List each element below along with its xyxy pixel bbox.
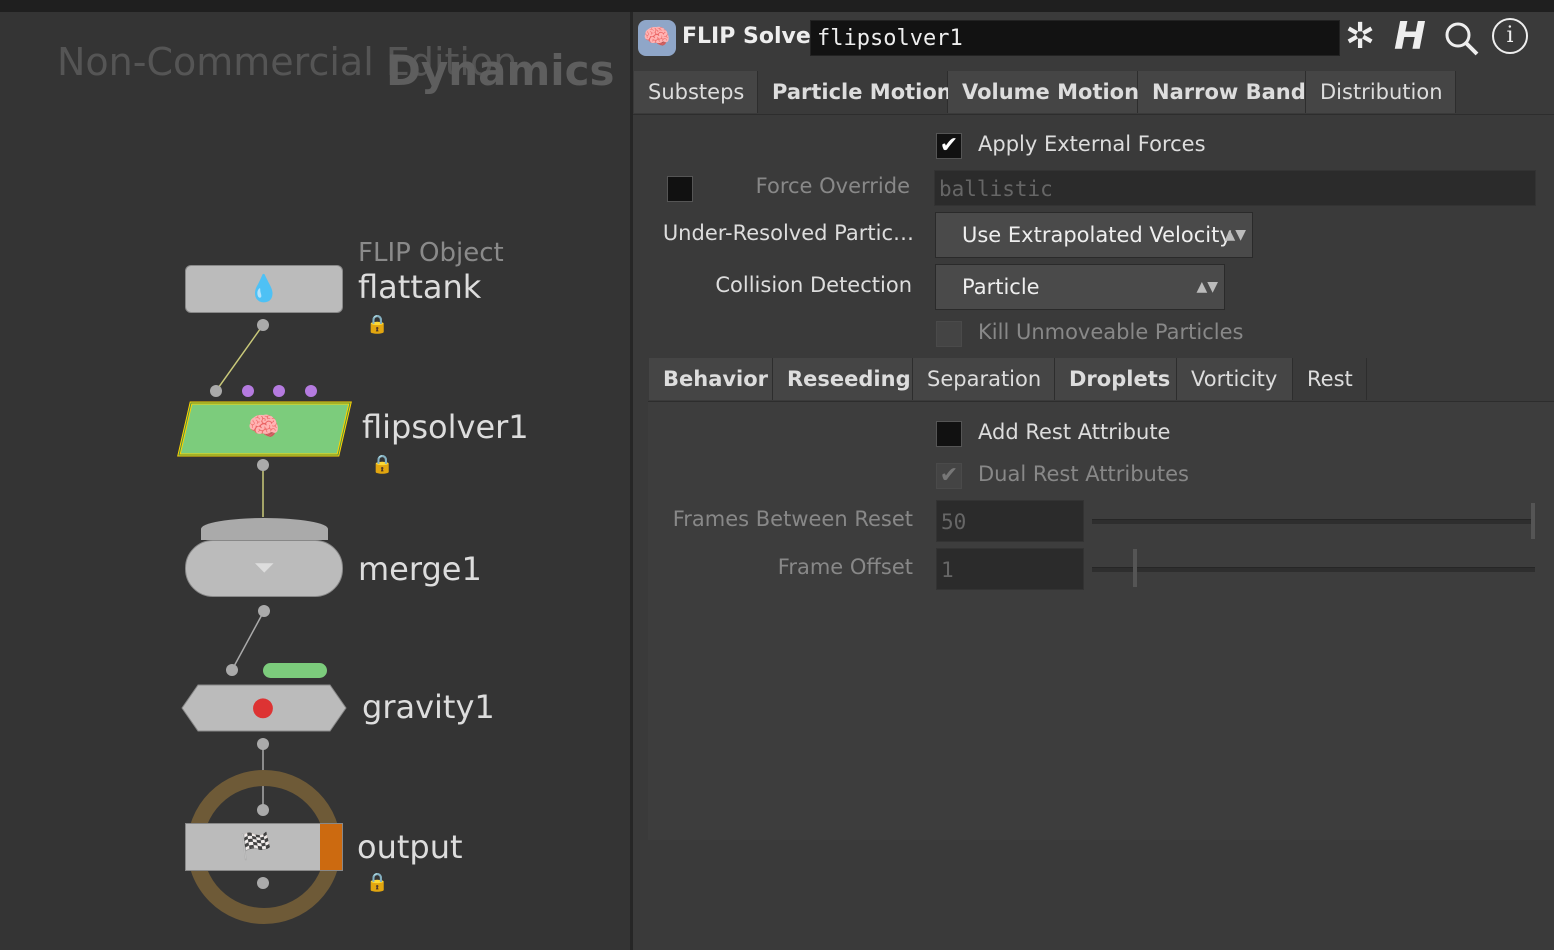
node-name-output[interactable]: output	[357, 828, 463, 866]
node-output[interactable]: 🏁	[185, 823, 343, 871]
force-input-bar[interactable]	[263, 663, 327, 678]
output-port[interactable]	[257, 319, 269, 331]
brain-icon[interactable]: 🧠	[638, 20, 676, 56]
frame-offset-slider[interactable]	[1092, 567, 1535, 572]
apply-external-forces-checkbox[interactable]: ✔	[936, 133, 962, 159]
dual-rest-checkbox[interactable]: ✔	[936, 463, 962, 489]
dual-rest-label: Dual Rest Attributes	[978, 462, 1189, 486]
input-port[interactable]	[273, 385, 285, 397]
input-port[interactable]	[210, 385, 222, 397]
tab-separation[interactable]: Separation	[913, 358, 1055, 400]
tab-reseeding[interactable]: Reseeding	[773, 358, 913, 400]
apple-icon: ●	[251, 692, 275, 722]
kill-unmoveable-checkbox[interactable]	[936, 321, 962, 347]
gear-icon[interactable]: ✲	[1345, 16, 1375, 57]
kill-unmoveable-label: Kill Unmoveable Particles	[978, 320, 1244, 344]
input-port[interactable]	[257, 804, 269, 816]
node-merge1[interactable]: ⏷	[185, 540, 343, 597]
node-type-title: FLIP Solver	[682, 24, 822, 49]
force-override-toggle[interactable]	[667, 176, 693, 202]
output-port[interactable]	[258, 605, 270, 617]
collision-detection-menu[interactable]: Particle ▲▼	[935, 264, 1225, 310]
slider-handle[interactable]	[1531, 503, 1535, 539]
display-flag[interactable]	[320, 824, 342, 870]
under-resolved-label: Under-Resolved Partic…	[662, 221, 914, 245]
add-rest-label: Add Rest Attribute	[978, 420, 1171, 444]
lock-icon[interactable]: 🔒	[366, 314, 388, 335]
tab-substeps[interactable]: Substeps	[634, 71, 758, 113]
frame-offset-field[interactable]: 1	[936, 548, 1084, 590]
frames-between-reset-slider[interactable]	[1092, 519, 1535, 524]
merge-input-bar[interactable]	[201, 518, 328, 540]
output-port[interactable]	[257, 459, 269, 471]
collision-detection-value: Particle	[962, 275, 1040, 299]
checkered-flag-icon: 🏁	[239, 832, 273, 862]
input-port[interactable]	[242, 385, 254, 397]
lock-icon[interactable]: 🔒	[371, 454, 393, 475]
info-icon[interactable]: i	[1492, 18, 1528, 54]
node-flattank[interactable]: 💧	[185, 265, 343, 313]
tab-narrow-band[interactable]: Narrow Band	[1138, 71, 1306, 113]
frames-between-reset-label: Frames Between Reset	[672, 507, 913, 531]
output-port[interactable]	[257, 738, 269, 750]
output-port[interactable]	[257, 877, 269, 889]
under-resolved-value: Use Extrapolated Velocity	[962, 223, 1232, 247]
frame-offset-label: Frame Offset	[777, 555, 913, 579]
tab-rest[interactable]: Rest	[1293, 358, 1367, 400]
input-port[interactable]	[226, 664, 238, 676]
node-name-merge1[interactable]: merge1	[358, 550, 482, 588]
tab-volume-motion[interactable]: Volume Motion	[948, 71, 1139, 113]
collision-detection-label: Collision Detection	[715, 273, 912, 297]
tab-distribution[interactable]: Distribution	[1306, 71, 1456, 113]
tab-behavior[interactable]: Behavior	[649, 358, 773, 400]
apply-external-forces-label: Apply External Forces	[978, 132, 1206, 156]
funnel-icon: ⏷	[253, 553, 275, 583]
tab-droplets[interactable]: Droplets	[1055, 358, 1177, 400]
chevron-updown-icon: ▲▼	[1196, 279, 1218, 295]
lock-icon[interactable]: 🔒	[366, 872, 388, 893]
node-name-flattank[interactable]: flattank	[358, 268, 481, 306]
under-resolved-menu[interactable]: Use Extrapolated Velocity ▲▼	[935, 212, 1253, 258]
water-drop-icon: 💧	[247, 274, 281, 304]
tab-particle-motion[interactable]: Particle Motion	[758, 71, 952, 113]
node-name-flipsolver1[interactable]: flipsolver1	[362, 408, 529, 446]
frames-between-reset-field[interactable]: 50	[936, 500, 1084, 542]
node-name-gravity1[interactable]: gravity1	[362, 688, 495, 726]
node-type-label: FLIP Object	[358, 238, 504, 268]
force-override-label: Force Override	[755, 174, 910, 198]
slider-handle[interactable]	[1133, 549, 1137, 587]
node-name-field[interactable]: flipsolver1	[810, 20, 1340, 56]
add-rest-checkbox[interactable]	[936, 421, 962, 447]
search-icon[interactable]	[1443, 20, 1481, 58]
brain-icon: 🧠	[247, 412, 281, 442]
houdini-help-icon[interactable]: H	[1394, 14, 1426, 58]
input-port[interactable]	[305, 385, 317, 397]
tab-vorticity[interactable]: Vorticity	[1177, 358, 1293, 400]
chevron-updown-icon: ▲▼	[1224, 227, 1246, 243]
force-override-field[interactable]: ballistic	[934, 170, 1536, 206]
